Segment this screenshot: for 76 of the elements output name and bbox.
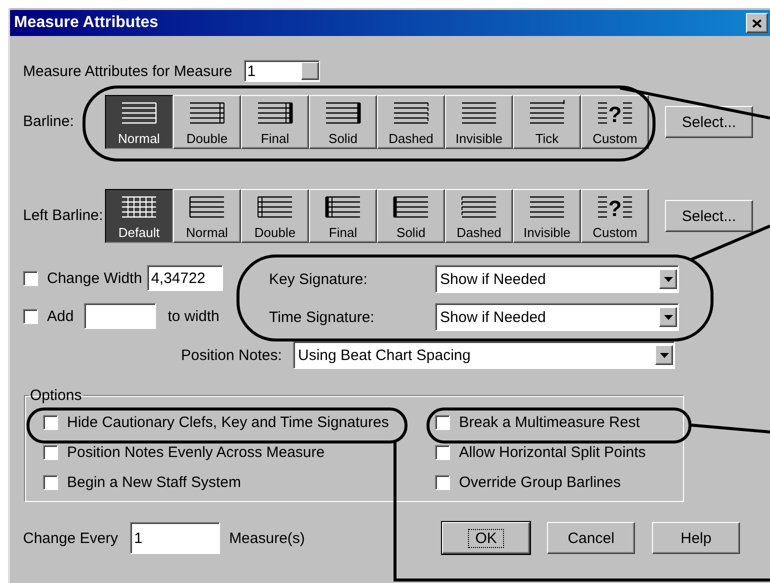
barline-icon [460,100,498,126]
position-notes-label: Position Notes: [181,346,283,364]
checkbox-label: Override Group Barlines [459,474,621,491]
width-suffix: to width [168,308,220,324]
barline-icon [120,194,158,220]
barline-label: Barline: [23,112,75,132]
barline-option[interactable]: Dashed [377,95,445,149]
checkbox[interactable] [43,475,58,490]
add-width-field[interactable] [84,303,156,329]
width-field[interactable]: 4,34722 [147,265,224,291]
barline-icon [188,100,226,126]
barline-option[interactable]: ? Custom [581,95,649,149]
checkbox-label: Add [47,308,74,324]
barline-icon [256,100,294,126]
dropdown-arrow-icon [664,314,672,320]
measure-value: 1 [246,62,256,80]
barline-option[interactable]: Tick [513,95,581,149]
barline-icon [324,194,362,220]
barline-option[interactable]: Default [105,189,173,243]
signature-label: Time Signature: [269,308,376,326]
barline-option[interactable]: Solid [377,189,445,243]
close-button[interactable] [746,13,768,33]
change-every-field[interactable]: 1 [130,522,220,554]
barline-icon [392,194,430,220]
barline-option[interactable]: Normal [105,95,173,149]
barline-icon [324,100,362,126]
select-button[interactable]: Select... [665,106,753,138]
dialog-button[interactable]: Cancel [547,522,636,554]
signature-dropdown[interactable]: Show if Needed [435,303,679,331]
window-title: Measure Attributes [14,14,158,32]
checkbox-label: Allow Horizontal Split Points [459,444,646,461]
barline-option[interactable]: Double [241,189,309,243]
barline-option[interactable]: Solid [309,95,377,149]
dialog-button[interactable]: OK [442,522,530,554]
checkbox-label: Break a Multimeasure Rest [459,414,640,431]
barline-icon [256,194,294,220]
checkbox[interactable] [43,445,58,460]
dialog-button[interactable]: Help [652,522,740,554]
barline-label: Left Barline: [23,206,104,226]
barline-icon [528,194,566,220]
checkbox-label: Change Width [47,270,142,286]
barline-option[interactable]: Normal [173,189,241,243]
barline-option[interactable]: Invisible [445,95,513,149]
barline-option[interactable]: ? Custom [581,189,649,243]
barline-option[interactable]: Dashed [445,189,513,243]
checkbox[interactable] [435,445,450,460]
checkbox[interactable] [43,415,58,430]
barline-icon [120,100,158,126]
checkbox-label: Position Notes Evenly Across Measure [67,444,325,461]
checkbox[interactable] [23,308,38,324]
barline-option[interactable]: Final [241,95,309,149]
measure-label: Measure Attributes for Measure [23,62,232,80]
signature-label: Key Signature: [269,270,368,288]
select-button[interactable]: Select... [665,200,753,232]
checkbox[interactable] [435,415,450,430]
barline-icon [392,100,430,126]
spin-arrows[interactable] [301,62,320,80]
position-notes-dropdown[interactable]: Using Beat Chart Spacing [293,341,675,369]
dropdown-arrow-icon [664,276,672,282]
barline-option[interactable]: Double [173,95,241,149]
checkbox[interactable] [23,270,38,286]
measures-suffix: Measure(s) [229,530,306,546]
group-title: Options [29,387,83,404]
checkbox[interactable] [435,475,450,490]
barline-icon [528,100,566,126]
signature-dropdown[interactable]: Show if Needed [435,265,679,293]
measure-spin-field[interactable]: 1 [244,60,320,82]
checkbox-label: Begin a New Staff System [67,474,241,491]
barline-icon [188,194,226,220]
checkbox-label: Hide Cautionary Clefs, Key and Time Signatures [67,414,389,431]
barline-option[interactable]: Final [309,189,377,243]
dropdown-arrow-icon [660,352,668,358]
barline-option[interactable]: Invisible [513,189,581,243]
change-every-label: Change Every [23,530,118,546]
barline-icon [460,194,498,220]
close-icon [752,18,762,28]
